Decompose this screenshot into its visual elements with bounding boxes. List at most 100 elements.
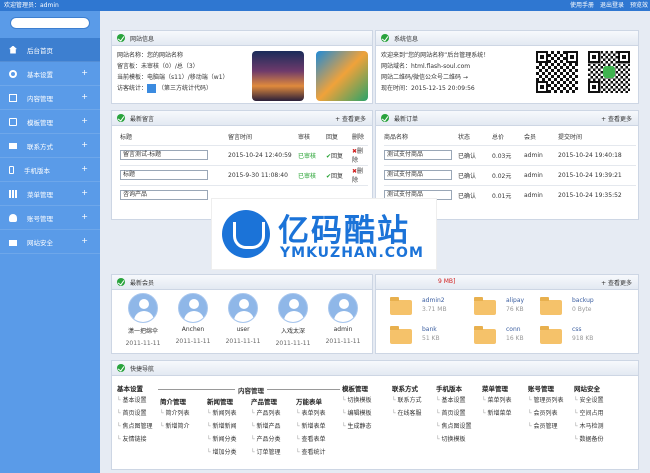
sidebar-item-security[interactable]: 网站安全 + [0, 230, 100, 254]
sidebar-item-accounts[interactable]: 账号管理 + [0, 206, 100, 230]
quick-nav-heading[interactable]: 账号管理 [528, 383, 564, 395]
leaf-icon [381, 114, 389, 122]
view-more-link[interactable]: + 查看更多 [335, 114, 366, 123]
quick-nav-link[interactable]: └ 首页设置 [117, 408, 153, 421]
quick-nav-link[interactable]: └ 基本设置 [117, 395, 153, 408]
sidebar-item-mobile[interactable]: 手机版本 + [0, 158, 100, 182]
quick-nav-link[interactable]: └ 简介列表 [160, 408, 190, 421]
sidebar-item-basic-settings[interactable]: 基本设置 + [0, 62, 100, 86]
quick-nav-link[interactable]: └ 新闻分类 [207, 434, 237, 447]
expand-icon[interactable]: + [81, 68, 88, 78]
quick-nav-heading[interactable]: 模板管理 [342, 383, 372, 395]
delete-button[interactable]: ✖删除 [352, 144, 368, 165]
quick-nav-link[interactable]: └ 新增简介 [160, 421, 190, 434]
mobile-icon [9, 165, 14, 174]
quick-nav-link[interactable]: └ 在线客服 [392, 408, 422, 421]
quick-nav-link[interactable]: └ 焦点图设置 [436, 421, 472, 434]
manual-link[interactable]: 使用手册 [570, 0, 594, 11]
search-input[interactable] [10, 17, 90, 29]
sidebar-item-templates[interactable]: 模板管理 + [0, 110, 100, 134]
quick-nav-link[interactable]: └ 管理员列表 [528, 395, 564, 408]
quick-nav-link[interactable]: └ 新闻列表 [207, 408, 237, 421]
quick-nav-link[interactable]: └ 会员管理 [528, 421, 564, 434]
ymkuzhan-logo-icon [222, 210, 270, 258]
quick-nav-link-label: 在线客服 [397, 410, 422, 417]
sidebar-item-content[interactable]: 内容管理 + [0, 86, 100, 110]
quick-nav-heading[interactable]: 简介管理 [160, 396, 190, 408]
expand-icon[interactable]: + [81, 212, 88, 222]
order-product-field[interactable]: 测试支付商品 [384, 150, 452, 160]
quick-nav-link[interactable]: └ 新增菜单 [482, 408, 512, 421]
reply-button[interactable]: ✔回复 [326, 144, 352, 165]
quick-nav-heading[interactable]: 产品管理 [251, 396, 281, 408]
quick-nav-link[interactable]: └ 基本设置 [436, 395, 472, 408]
folder-item[interactable]: css 918 KB [540, 326, 640, 348]
quick-nav-heading[interactable]: 万能表单 [296, 396, 326, 408]
stats-code-link[interactable]: （第三方统计代码） [158, 85, 212, 92]
quick-nav-link[interactable]: └ 会员列表 [528, 408, 564, 421]
visitor-stats-label: 访客统计： [117, 85, 148, 92]
reply-button[interactable]: ✔回复 [326, 164, 352, 185]
quick-nav-link[interactable]: └ 友情链接 [117, 434, 153, 447]
watermark: 亿码酷站 YMKUZHAN.COM [212, 199, 436, 269]
quick-nav-heading[interactable]: 联系方式 [392, 383, 422, 395]
quick-nav-link[interactable]: └ 数据备份 [574, 434, 604, 447]
expand-icon[interactable]: + [81, 116, 88, 126]
quick-nav-link[interactable]: └ 木马检测 [574, 421, 604, 434]
expand-icon[interactable]: + [81, 140, 88, 150]
quick-nav-link[interactable]: └ 生成静态 [342, 421, 372, 434]
quick-nav-link[interactable]: └ 编辑模板 [342, 408, 372, 421]
quick-nav-link[interactable]: └ 增加分类 [207, 447, 237, 460]
quick-nav-link[interactable]: └ 产品分类 [251, 434, 281, 447]
member-card[interactable]: 入戏太深 2011-11-11 [268, 293, 318, 347]
quick-nav-link-label: 菜单列表 [487, 397, 512, 404]
view-more-link[interactable]: + 查看更多 [601, 278, 632, 287]
member-card[interactable]: Anchen 2011-11-11 [168, 293, 218, 345]
message-title-field[interactable]: 标题 [120, 170, 208, 180]
expand-icon[interactable]: + [81, 188, 88, 198]
view-more-link[interactable]: + 查看更多 [601, 114, 632, 123]
quick-nav-link[interactable]: └ 新增新闻 [207, 421, 237, 434]
logout-link[interactable]: 退出登录 [600, 0, 624, 11]
quick-nav-link[interactable]: └ 产品列表 [251, 408, 281, 421]
quick-nav-link[interactable]: └ 安全设置 [574, 395, 604, 408]
order-product-field[interactable]: 测试支付商品 [384, 170, 452, 180]
quick-nav-link[interactable]: └ 首页设置 [436, 408, 472, 421]
quick-nav-heading[interactable]: 网站安全 [574, 383, 604, 395]
quick-nav-heading[interactable]: 新闻管理 [207, 396, 237, 408]
expand-icon[interactable]: + [81, 92, 88, 102]
message-title-field[interactable]: 咨询产品 [120, 190, 208, 201]
delete-button[interactable]: ✖删除 [352, 164, 368, 185]
quick-nav-heading[interactable]: 手机版本 [436, 383, 472, 395]
quick-nav-heading[interactable]: 菜单管理 [482, 383, 512, 395]
quick-nav-link[interactable]: └ 表单列表 [296, 408, 326, 421]
quick-nav-link[interactable]: └ 切换模板 [342, 395, 372, 408]
quick-nav-link[interactable]: └ 菜单列表 [482, 395, 512, 408]
preview-link[interactable]: 预览效 [630, 0, 648, 11]
quick-nav-link[interactable]: └ 空间占用 [574, 408, 604, 421]
sidebar-item-home[interactable]: 后台首页 [0, 38, 100, 62]
sidebar-item-contact[interactable]: 联系方式 + [0, 134, 100, 158]
member-card[interactable]: 潇一把绵伞 2011-11-11 [118, 293, 168, 347]
member-card[interactable]: user 2011-11-11 [218, 293, 268, 345]
sidebar-item-label: 后台首页 [27, 46, 53, 55]
expand-icon[interactable]: + [81, 164, 88, 174]
quick-nav-column: 产品管理 └ 产品列表 └ 新增产品 └ 产品分类 └ 订单管理 [251, 396, 281, 460]
folder-item[interactable]: backup 0 Byte [540, 297, 640, 319]
expand-icon[interactable]: + [81, 236, 88, 246]
theme-preview-city[interactable] [252, 51, 304, 101]
quick-nav-link[interactable]: └ 联系方式 [392, 395, 422, 408]
quick-nav-link[interactable]: └ 订单管理 [251, 447, 281, 460]
message-title-field[interactable]: 留言测试-标题 [120, 150, 208, 160]
quick-nav-heading[interactable]: 基本设置 [117, 383, 153, 395]
member-card[interactable]: admin 2011-11-11 [318, 293, 368, 345]
quick-nav-link[interactable]: └ 查看表单 [296, 434, 326, 447]
quick-nav-link[interactable]: └ 查看统计 [296, 447, 326, 460]
quick-nav-link-label: 会员管理 [533, 423, 558, 430]
theme-preview-mobile[interactable] [316, 51, 368, 101]
quick-nav-link[interactable]: └ 切换模板 [436, 434, 472, 447]
quick-nav-link[interactable]: └ 新增表单 [296, 421, 326, 434]
quick-nav-link[interactable]: └ 焦点图管理 [117, 421, 153, 434]
sidebar-item-menus[interactable]: 菜单管理 + [0, 182, 100, 206]
quick-nav-link[interactable]: └ 新增产品 [251, 421, 281, 434]
